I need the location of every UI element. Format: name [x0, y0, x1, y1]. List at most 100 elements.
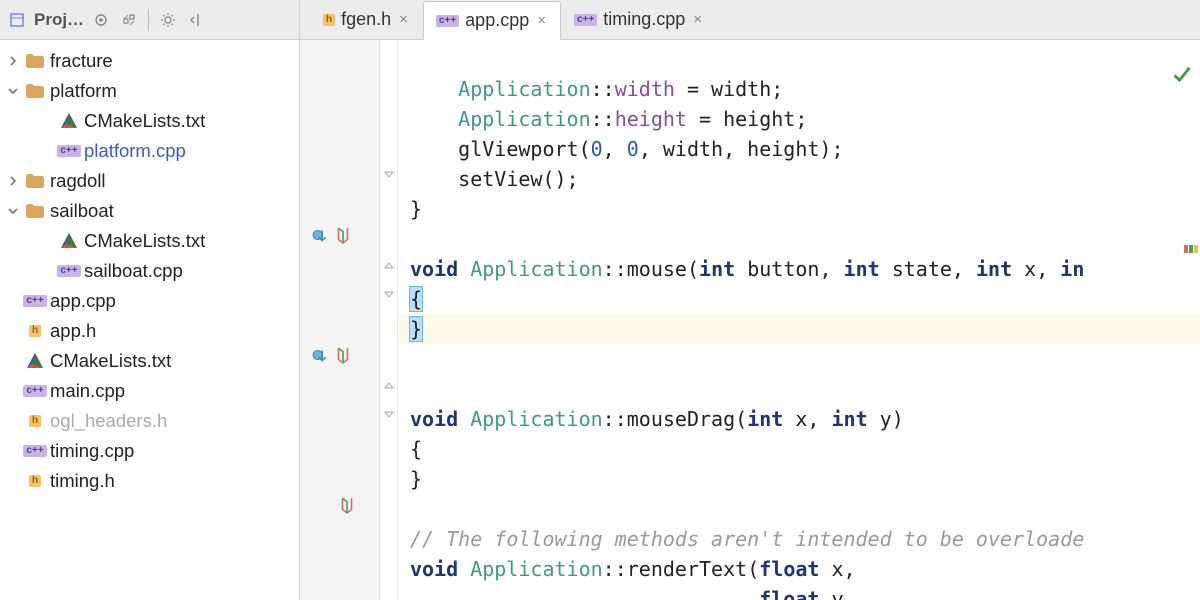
- tree-item[interactable]: htiming.h: [0, 466, 299, 496]
- tree-item[interactable]: happ.h: [0, 316, 299, 346]
- tree-item-label: timing.h: [50, 470, 115, 492]
- tree-item-label: main.cpp: [50, 380, 125, 402]
- cmake-icon: [58, 110, 80, 132]
- code-token: y): [868, 407, 904, 431]
- code-token: int: [844, 257, 880, 281]
- tree-item[interactable]: CMakeLists.txt: [0, 106, 299, 136]
- code-comment: // The following methods aren't intended…: [410, 527, 1084, 551]
- tab-app-cpp[interactable]: c++ app.cpp ×: [423, 1, 561, 40]
- fold-handle-icon[interactable]: [382, 168, 396, 182]
- collapse-all-icon[interactable]: [118, 9, 140, 31]
- code-token: {: [410, 287, 422, 311]
- code-token: (: [687, 257, 699, 281]
- cmake-icon: [24, 350, 46, 372]
- tree-item[interactable]: c++app.cpp: [0, 286, 299, 316]
- tree-item[interactable]: c++platform.cpp: [0, 136, 299, 166]
- code-token: (: [747, 557, 759, 581]
- folder-icon: [24, 170, 46, 192]
- tab-label: fgen.h: [341, 9, 391, 30]
- code-token: ,: [603, 137, 627, 161]
- gutter: [300, 40, 380, 600]
- code-token: = width;: [675, 77, 783, 101]
- code-token: int: [747, 407, 783, 431]
- code-token: }: [410, 467, 422, 491]
- tree-item-label: CMakeLists.txt: [84, 110, 205, 132]
- scroll-from-source-icon[interactable]: [90, 9, 112, 31]
- code-token: x,: [1012, 257, 1060, 281]
- tree-item-label: platform.cpp: [84, 140, 186, 162]
- code-token: glViewport(: [410, 137, 591, 161]
- h-icon: h: [24, 320, 46, 342]
- code-token: int: [976, 257, 1012, 281]
- fold-handle-icon[interactable]: [382, 408, 396, 422]
- tree-item-label: ogl_headers.h: [50, 410, 167, 432]
- code-token: void: [410, 407, 458, 431]
- code-token: width: [615, 77, 675, 101]
- code-token: height: [615, 107, 687, 131]
- fold-handle-icon[interactable]: [382, 258, 396, 272]
- code-token: 0: [591, 137, 603, 161]
- project-panel-title: Proj…: [34, 10, 84, 30]
- code-token: Application: [458, 77, 590, 101]
- fold-column: [380, 40, 398, 600]
- tree-item[interactable]: CMakeLists.txt: [0, 346, 299, 376]
- tree-item-label: CMakeLists.txt: [84, 230, 205, 252]
- override-marker-icon[interactable]: [312, 346, 368, 364]
- override-marker-icon[interactable]: [312, 226, 368, 244]
- code-token: 0: [627, 137, 639, 161]
- code-token: setView();: [410, 167, 579, 191]
- tree-item[interactable]: hogl_headers.h: [0, 406, 299, 436]
- code-token: }: [410, 317, 422, 341]
- tree-item-label: app.h: [50, 320, 96, 342]
- tree-item[interactable]: ragdoll: [0, 166, 299, 196]
- code-token: state,: [880, 257, 976, 281]
- tab-label: app.cpp: [465, 10, 529, 31]
- code-token: mouse: [627, 257, 687, 281]
- hide-panel-icon[interactable]: [185, 9, 207, 31]
- cmake-icon: [58, 230, 80, 252]
- code-token: x,: [819, 557, 855, 581]
- close-icon[interactable]: ×: [397, 11, 410, 28]
- tree-item[interactable]: CMakeLists.txt: [0, 226, 299, 256]
- tree-item[interactable]: c++main.cpp: [0, 376, 299, 406]
- cpp-icon: c++: [24, 440, 46, 462]
- project-tree[interactable]: fractureplatformCMakeLists.txtc++platfor…: [0, 40, 300, 600]
- h-icon: h: [24, 410, 46, 432]
- close-icon[interactable]: ×: [535, 12, 548, 29]
- code-token: int: [699, 257, 735, 281]
- editor-right-marker[interactable]: [1184, 240, 1200, 248]
- cpp-file-icon: c++: [574, 14, 597, 26]
- fold-handle-icon[interactable]: [382, 288, 396, 302]
- code-editor[interactable]: Application::width = width; Application:…: [300, 40, 1200, 600]
- tree-item[interactable]: c++sailboat.cpp: [0, 256, 299, 286]
- code-area[interactable]: Application::width = width; Application:…: [398, 40, 1200, 600]
- close-icon[interactable]: ×: [691, 11, 704, 28]
- project-panel-header: Proj…: [0, 0, 300, 39]
- tree-item[interactable]: c++timing.cpp: [0, 436, 299, 466]
- cpp-icon: c++: [24, 380, 46, 402]
- cpp-file-icon: c++: [436, 15, 459, 27]
- tab-timing-cpp[interactable]: c++ timing.cpp ×: [561, 0, 717, 39]
- tab-label: timing.cpp: [603, 9, 685, 30]
- code-token: renderText: [627, 557, 747, 581]
- h-icon: h: [24, 470, 46, 492]
- code-token: void: [410, 557, 458, 581]
- tree-item-label: sailboat.cpp: [84, 260, 183, 282]
- tree-item[interactable]: fracture: [0, 46, 299, 76]
- editor-tabs: h fgen.h × c++ app.cpp × c++ timing.cpp …: [300, 0, 1200, 39]
- inspection-ok-icon[interactable]: [1172, 64, 1192, 87]
- tree-item[interactable]: platform: [0, 76, 299, 106]
- code-token: float: [759, 587, 819, 600]
- code-token: Application: [470, 257, 602, 281]
- header-file-icon: h: [323, 14, 335, 26]
- fold-handle-icon[interactable]: [382, 378, 396, 392]
- folder-icon: [24, 80, 46, 102]
- code-token: Application: [470, 407, 602, 431]
- toolbar-divider: [148, 9, 149, 31]
- folder-icon: [24, 50, 46, 72]
- gear-icon[interactable]: [157, 9, 179, 31]
- code-token: void: [410, 257, 458, 281]
- code-token: in: [1060, 257, 1084, 281]
- tab-fgen-h[interactable]: h fgen.h ×: [310, 0, 423, 39]
- tree-item[interactable]: sailboat: [0, 196, 299, 226]
